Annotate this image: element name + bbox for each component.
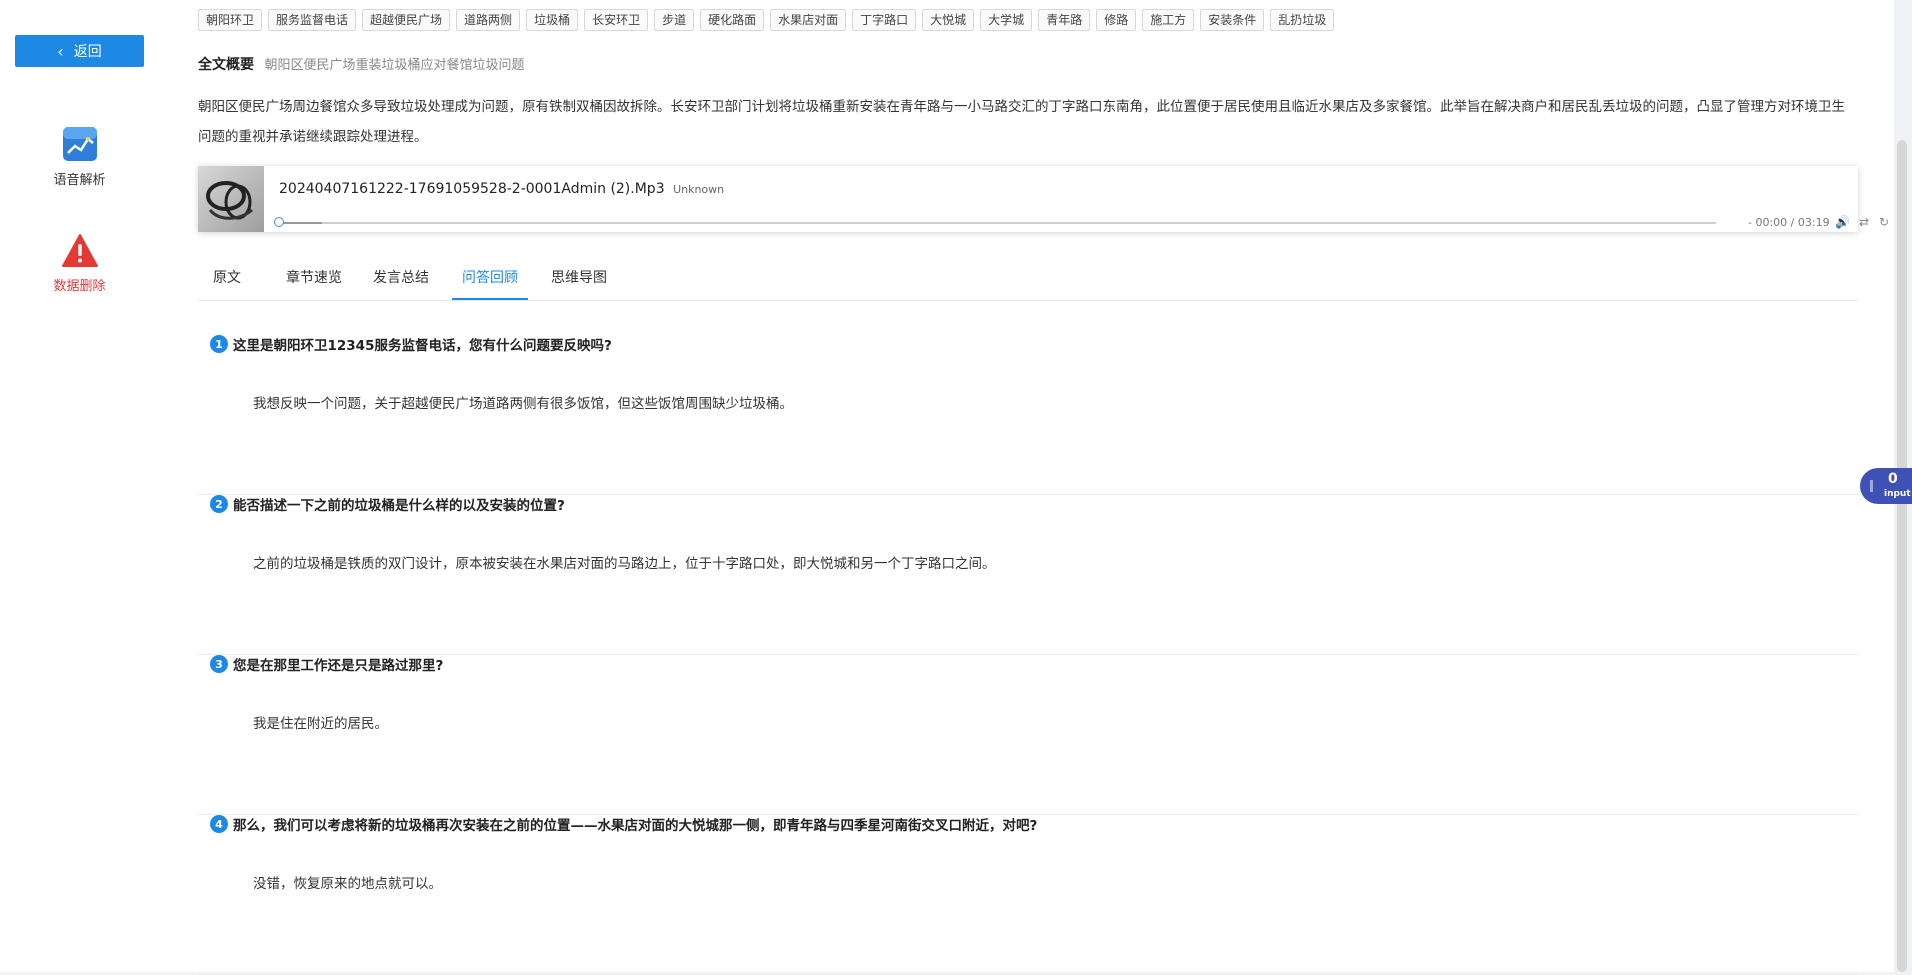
tab-3[interactable]: 发言总结 <box>363 262 439 300</box>
answer-text: 我是住在附近的居民。 <box>253 716 388 732</box>
keyword-tag[interactable]: 乱扔垃圾 <box>1270 9 1335 31</box>
sidebar-item-label: 数据删除 <box>53 279 106 294</box>
keyword-tag[interactable]: 安装条件 <box>1200 9 1265 31</box>
scrollbar[interactable] <box>1897 140 1907 972</box>
keyword-tag[interactable]: 服务监督电话 <box>268 9 357 31</box>
keyword-tag[interactable]: 朝阳环卫 <box>198 9 263 31</box>
keyword-tag[interactable]: 长安环卫 <box>584 9 649 31</box>
badge-count: 0 <box>1888 471 1898 487</box>
answer-text: 之前的垃圾桶是铁质的双门设计，原本被安装在水果店对面的马路边上，位于十字路口处，… <box>253 556 996 572</box>
tab-5[interactable]: 思维导图 <box>541 262 617 300</box>
track-title: 20240407161222-17691059528-2-0001Admin (… <box>279 181 724 197</box>
qa-item: 4 那么，我们可以考虑将新的垃圾桶再次安装在之前的位置——水果店对面的大悦城那一侧… <box>198 814 1858 975</box>
question-text: 能否描述一下之前的垃圾桶是什么样的以及安装的位置? <box>233 498 565 514</box>
answer-text: 我想反映一个问题，关于超越便民广场道路两侧有很多饭馆，但这些饭馆周围缺少垃圾桶。 <box>253 396 793 412</box>
summary-text: 朝阳区便民广场周边餐馆众多导致垃圾处理成为问题，原有铁制双桶因故拆除。长安环卫部… <box>198 99 1845 145</box>
audio-player: 20240407161222-17691059528-2-0001Admin (… <box>198 166 1889 232</box>
question: 4 那么，我们可以考虑将新的垃圾桶再次安装在之前的位置——水果店对面的大悦城那一侧… <box>210 814 1037 834</box>
keyword-tag[interactable]: 丁字路口 <box>852 9 917 31</box>
chevron-left-icon: ‹ <box>57 41 64 61</box>
qa-item: 2 能否描述一下之前的垃圾桶是什么样的以及安装的位置? 之前的垃圾桶是铁质的双门设计… <box>198 494 1858 655</box>
album-cover <box>198 166 264 232</box>
back-button[interactable]: ‹ 返回 <box>15 35 144 67</box>
sidebar-item-data-delete[interactable]: 数据删除 <box>0 233 159 294</box>
keyword-tag[interactable]: 超越便民广场 <box>362 9 451 31</box>
back-label: 返回 <box>73 44 102 60</box>
question-text: 那么，我们可以考虑将新的垃圾桶再次安装在之前的位置——水果店对面的大悦城那一侧，… <box>233 818 1038 834</box>
volume-icon[interactable]: 🔊 <box>1835 215 1850 229</box>
keyword-tag[interactable]: 硬化路面 <box>700 9 765 31</box>
keyword-tag[interactable]: 大悦城 <box>922 9 975 31</box>
progress-played <box>279 222 323 224</box>
question: 3 您是在那里工作还是只是路过那里? <box>210 654 443 674</box>
keyword-tag[interactable]: 道路两侧 <box>456 9 521 31</box>
time-display: - 00:00 / 03:19 <box>1748 216 1830 229</box>
keyword-tag[interactable]: 垃圾桶 <box>526 9 579 31</box>
tab-4[interactable]: 问答回顾 <box>452 262 528 300</box>
question-number-badge: 2 <box>210 495 228 513</box>
progress-track[interactable] <box>274 217 1716 227</box>
keyword-tags: 朝阳环卫 服务监督电话 超越便民广场 道路两侧 垃圾桶 长安环卫 步道 硬化路面 水果店对面 丁字… <box>198 9 1340 31</box>
question-number-badge: 4 <box>210 815 228 833</box>
badge-label: input <box>1884 489 1911 499</box>
chart-icon <box>62 127 97 161</box>
sidebar-item-label: 语音解析 <box>53 173 106 188</box>
keyword-tag[interactable]: 大学城 <box>980 9 1033 31</box>
keyword-tag[interactable]: 步道 <box>654 9 695 31</box>
question-text: 这里是朝阳环卫12345服务监督电话，您有什么问题要反映吗? <box>233 338 612 354</box>
shuffle-icon[interactable]: ⇄ <box>1859 215 1869 229</box>
qa-item: 1 这里是朝阳环卫12345服务监督电话，您有什么问题要反映吗? 我想反映一个问题，… <box>198 334 1858 495</box>
question-text: 您是在那里工作还是只是路过那里? <box>233 658 444 674</box>
summary-label: 全文概要 <box>198 57 254 73</box>
answer-text: 没错，恢复原来的地点就可以。 <box>253 876 442 892</box>
qa-item: 3 您是在那里工作还是只是路过那里? 我是住在附近的居民。 <box>198 654 1858 815</box>
keyword-tag[interactable]: 青年路 <box>1038 9 1091 31</box>
keyword-tag[interactable]: 修路 <box>1096 9 1137 31</box>
sidebar: ‹ 返回 语音解析 数据删除 <box>0 0 160 972</box>
tab-1[interactable]: 原文 <box>203 262 251 300</box>
summary-title: 朝阳区便民广场重装垃圾桶应对餐馆垃圾问题 <box>264 58 525 73</box>
cover-art-icon <box>206 181 253 220</box>
tab-bar: 原文 章节速览 发言总结 问答回顾 思维导图 <box>198 262 1858 301</box>
progress-handle[interactable] <box>274 217 284 227</box>
badge-bar-icon <box>1870 480 1873 492</box>
input-badge[interactable]: 0 input <box>1860 468 1912 504</box>
question: 1 这里是朝阳环卫12345服务监督电话，您有什么问题要反映吗? <box>210 334 612 354</box>
main-panel: 朝阳环卫 服务监督电话 超越便民广场 道路两侧 垃圾桶 长安环卫 步道 硬化路面 水果店对面 丁字… <box>159 0 1894 975</box>
question-number-badge: 1 <box>210 335 228 353</box>
summary-header: 全文概要 朝阳区便民广场重装垃圾桶应对餐馆垃圾问题 <box>198 54 524 74</box>
sidebar-item-voice-analysis[interactable]: 语音解析 <box>0 125 159 188</box>
repeat-icon[interactable]: ↻ <box>1879 215 1889 229</box>
keyword-tag[interactable]: 水果店对面 <box>770 9 847 31</box>
track-artist: Unknown <box>673 183 725 196</box>
warning-icon <box>61 234 98 267</box>
question: 2 能否描述一下之前的垃圾桶是什么样的以及安装的位置? <box>210 494 565 514</box>
question-number-badge: 3 <box>210 655 228 673</box>
tab-2[interactable]: 章节速览 <box>276 262 352 300</box>
keyword-tag[interactable]: 施工方 <box>1142 9 1195 31</box>
track-filename: 20240407161222-17691059528-2-0001Admin (… <box>279 181 665 197</box>
